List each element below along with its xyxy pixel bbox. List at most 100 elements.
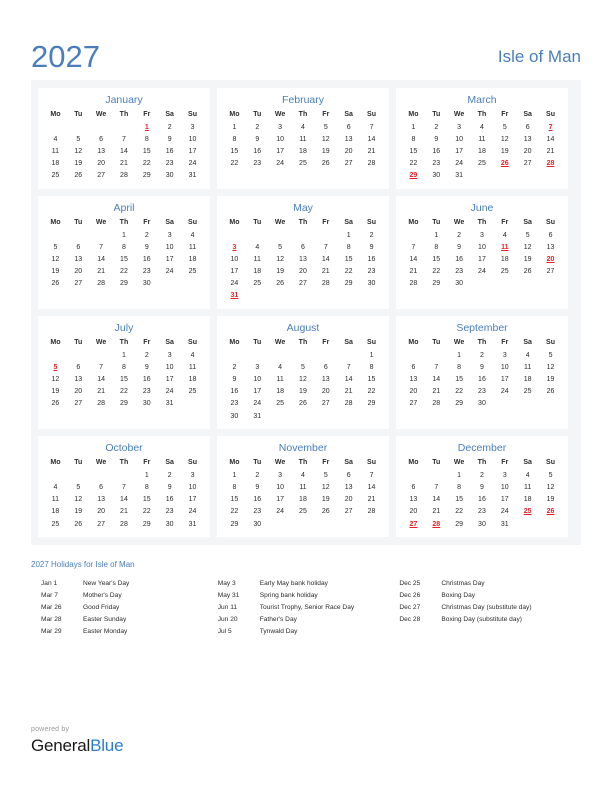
day-cell: 12 xyxy=(51,255,60,263)
week-row: 15 16 17 18 19 20 21 xyxy=(402,145,562,157)
day-cell: 7 xyxy=(411,243,416,251)
holiday-list-item: May 3 Early May bank holiday xyxy=(218,578,400,590)
weekday-header-tu: Tu xyxy=(432,339,441,347)
day-cell: 11 xyxy=(188,243,197,251)
day-cell: 21 xyxy=(432,508,441,516)
day-cell: 29 xyxy=(120,400,128,408)
day-cell: 13 xyxy=(409,376,418,384)
weekday-header-su: Su xyxy=(367,218,376,226)
holiday-name: Tourist Trophy, Senior Race Day xyxy=(259,604,355,612)
day-cell: 19 xyxy=(51,268,60,276)
day-cell: 18 xyxy=(188,255,197,263)
holiday-date: Mar 26 xyxy=(41,604,62,612)
day-cell-empty xyxy=(44,121,67,133)
day-cell: 17 xyxy=(276,496,284,504)
day-cell: 2 xyxy=(232,363,237,371)
day-cell: 18 xyxy=(500,255,509,263)
day-cell: 24 xyxy=(165,388,174,396)
day-cell: 16 xyxy=(142,255,151,263)
day-cell: 5 xyxy=(323,471,328,479)
holiday-list-item: Mar 28 Easter Sunday xyxy=(41,614,218,626)
month-table: Mo Tu We Th Fr Sa Su 1 2 3 4 5 6 7 8 9 10 11 12 13 14 15 16 17 1… xyxy=(223,337,383,422)
day-cell: 16 xyxy=(165,147,174,155)
weekday-header-tu: Tu xyxy=(74,218,83,226)
day-cell: 14 xyxy=(409,255,418,263)
brand-name-primary: General xyxy=(31,736,91,755)
month-card-june: June Mo Tu We Th Fr Sa Su 1 2 3 4 5 6 7 8 9 10 11 12 13 14 15 1… xyxy=(396,195,568,310)
day-cell: 19 xyxy=(321,147,330,155)
weekday-header-row: Mo Tu We Th Fr Sa Su xyxy=(44,457,204,469)
day-cell: 24 xyxy=(500,508,509,516)
holiday-column: Jan 1 New Year's Day Mar 7 Mother's Day Mar … xyxy=(41,578,218,638)
weekday-header-mo: Mo xyxy=(229,111,240,118)
month-table: Mo Tu We Th Fr Sa Su 1 2 3 4 5 6 7 8 9 10 11 12 13 14 15 16 17 1… xyxy=(223,109,383,170)
day-cell: 22 xyxy=(230,160,239,168)
day-cell-holiday: 5 xyxy=(53,363,58,371)
holiday-date: Jun 20 xyxy=(217,616,238,624)
month-name: February xyxy=(281,94,324,106)
day-cell-empty xyxy=(314,349,337,361)
week-row: 14 15 16 17 18 19 20 xyxy=(402,253,562,265)
day-cell-empty xyxy=(539,398,562,410)
weekday-header-we: We xyxy=(274,459,286,467)
month-table: Mo Tu We Th Fr Sa Su 1 2 3 4 5 6 7 8 9 10 11 12 13 14 15 16 17 1… xyxy=(223,217,383,302)
holiday-date: May 3 xyxy=(217,580,236,588)
month-card-april: April Mo Tu We Th Fr Sa Su 1 2 3 4 5 6 7 8 9 10 11 12 13 14 15… xyxy=(38,195,210,310)
day-cell-empty xyxy=(67,469,90,481)
day-cell: 19 xyxy=(500,147,509,155)
day-cell: 16 xyxy=(478,376,486,384)
day-cell: 27 xyxy=(97,520,105,528)
weekday-header-tu: Tu xyxy=(253,459,262,467)
day-cell: 14 xyxy=(321,255,330,263)
day-cell-empty xyxy=(292,290,315,302)
day-cell: 30 xyxy=(253,520,262,528)
day-cell-empty xyxy=(90,349,113,361)
day-cell-empty xyxy=(292,349,315,361)
day-cell: 20 xyxy=(321,388,330,396)
day-cell: 11 xyxy=(524,363,532,371)
day-cell: 6 xyxy=(76,363,81,371)
weekday-header-su: Su xyxy=(188,218,197,226)
day-cell: 25 xyxy=(299,160,307,168)
day-cell: 20 xyxy=(344,496,353,504)
day-cell: 25 xyxy=(188,268,197,276)
day-cell: 5 xyxy=(53,243,58,251)
day-cell: 18 xyxy=(478,147,486,155)
day-cell: 11 xyxy=(524,483,532,491)
day-cell: 28 xyxy=(321,280,330,288)
day-cell: 4 xyxy=(190,231,195,239)
weekday-header-tu: Tu xyxy=(432,218,441,226)
weekday-header-we: We xyxy=(274,218,286,226)
day-cell: 12 xyxy=(74,147,83,155)
day-cell: 15 xyxy=(432,255,441,263)
weekday-header-row: Mo Tu We Th Fr Sa Su xyxy=(44,109,204,121)
weekday-header-we: We xyxy=(274,111,286,118)
month-table: Mo Tu We Th Fr Sa Su 1 2 3 4 5 6 7 8 9 10 11 12 13 14 15 16 17 1… xyxy=(402,337,562,410)
day-cell-empty xyxy=(402,469,425,481)
day-cell: 8 xyxy=(369,363,374,371)
day-cell: 7 xyxy=(434,483,439,491)
day-cell: 11 xyxy=(299,135,307,143)
weekday-header-tu: Tu xyxy=(253,339,262,347)
day-cell: 27 xyxy=(299,280,307,288)
weekday-header-we: We xyxy=(453,218,465,226)
day-cell-empty xyxy=(269,410,292,422)
week-row: 1 2 3 4 xyxy=(44,349,204,361)
day-cell: 20 xyxy=(97,160,105,168)
day-cell: 27 xyxy=(97,172,105,180)
week-row: 20 21 22 23 24 25 26 xyxy=(402,386,562,398)
day-cell: 28 xyxy=(97,400,105,408)
day-cell: 30 xyxy=(230,412,239,420)
day-cell: 2 xyxy=(480,471,484,479)
week-row: 22 23 24 25 26 27 28 xyxy=(223,158,383,170)
day-cell-empty xyxy=(314,229,337,241)
month-row: April Mo Tu We Th Fr Sa Su 1 2 3 4 5 6 7 8 9 10 11 12 13 14 15… xyxy=(38,195,574,310)
holiday-name: Christmas Day xyxy=(441,580,485,588)
month-card-february: February Mo Tu We Th Fr Sa Su 1 2 3 4 5 6 7 8 9 10 11 12 13 1… xyxy=(217,88,389,189)
day-cell-empty xyxy=(337,518,360,530)
day-cell: 21 xyxy=(97,388,105,396)
day-cell: 10 xyxy=(230,255,239,263)
weekday-header-mo: Mo xyxy=(229,459,240,467)
day-cell: 18 xyxy=(253,268,262,276)
weekday-header-fr: Fr xyxy=(501,218,509,226)
